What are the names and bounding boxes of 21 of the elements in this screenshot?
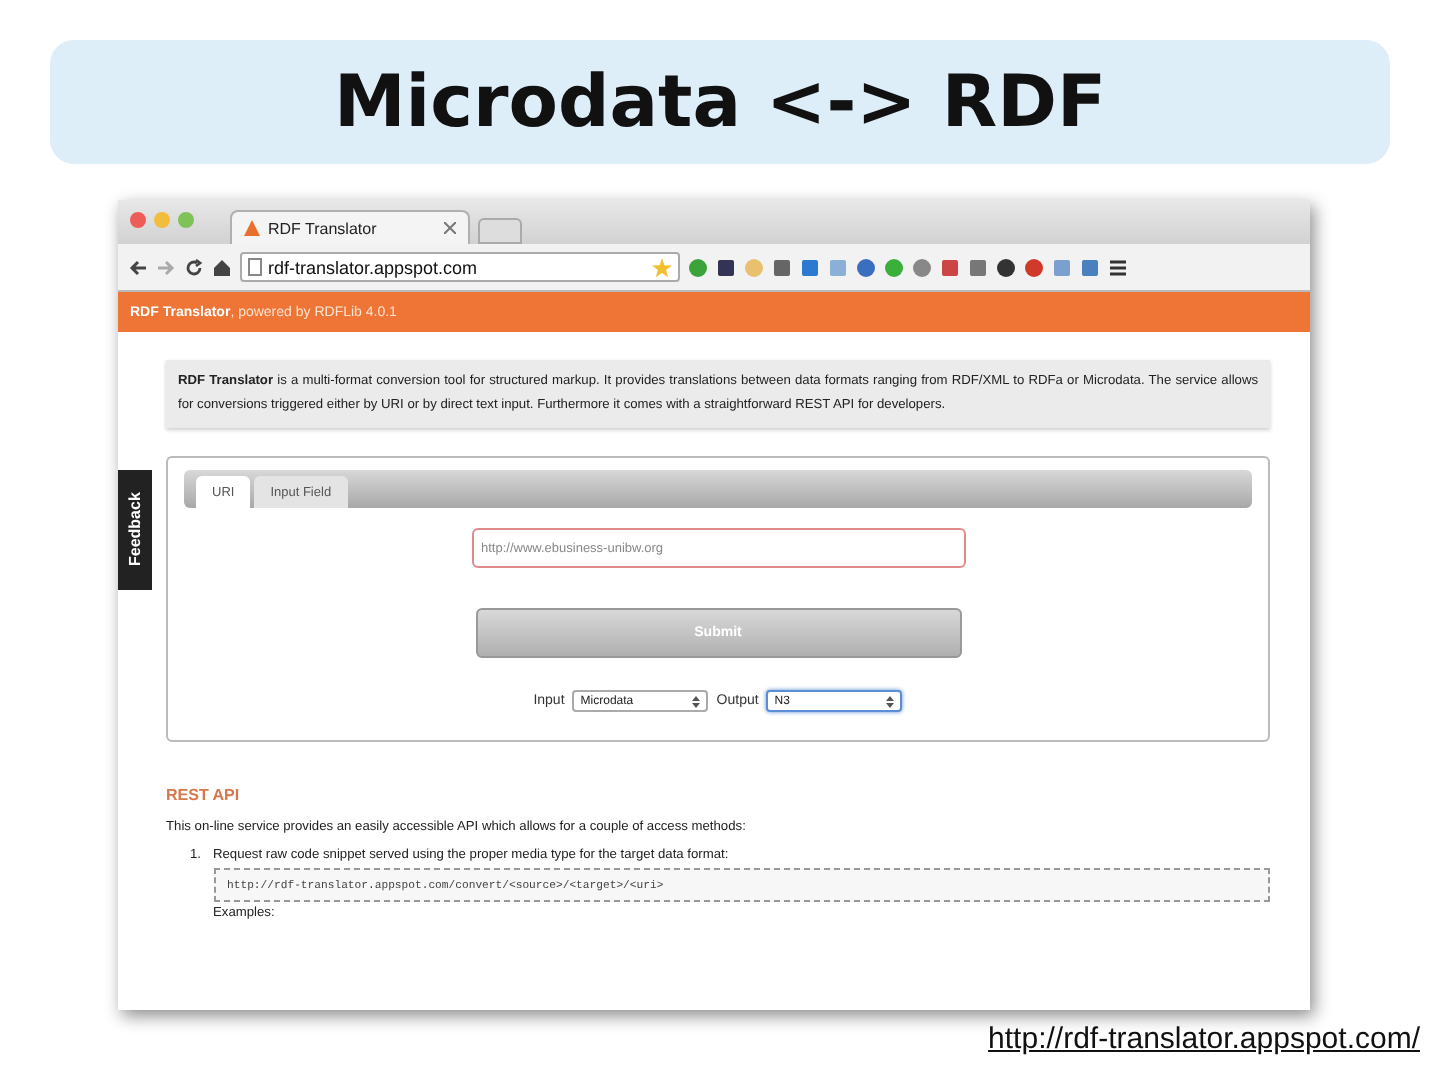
slide-title: Microdata <-> RDF — [50, 40, 1390, 164]
square-icon[interactable] — [772, 257, 792, 277]
caret-icon — [886, 695, 895, 707]
reload-icon[interactable] — [184, 257, 204, 277]
url-link[interactable]: http://rdf-translator.appspot.com/ — [988, 1022, 1420, 1056]
feedback-tab[interactable]: Feedback — [118, 470, 152, 590]
address-bar[interactable]: rdf-translator.appspot.com — [240, 252, 680, 282]
menu-icon[interactable] — [1108, 257, 1128, 277]
back-icon[interactable] — [128, 257, 148, 277]
caret-icon — [692, 695, 701, 707]
section-heading: REST API — [166, 786, 242, 804]
page-icon — [248, 258, 262, 276]
circle-icon[interactable] — [996, 257, 1016, 277]
triangle-icon — [244, 220, 260, 236]
forward-icon[interactable] — [156, 257, 176, 277]
square-icon[interactable] — [716, 257, 736, 277]
star-icon[interactable] — [652, 257, 672, 277]
home-icon[interactable] — [212, 257, 232, 277]
browser-tab[interactable]: RDF Translator — [230, 210, 470, 244]
close-icon[interactable] — [130, 212, 146, 228]
close-icon[interactable] — [444, 222, 456, 234]
